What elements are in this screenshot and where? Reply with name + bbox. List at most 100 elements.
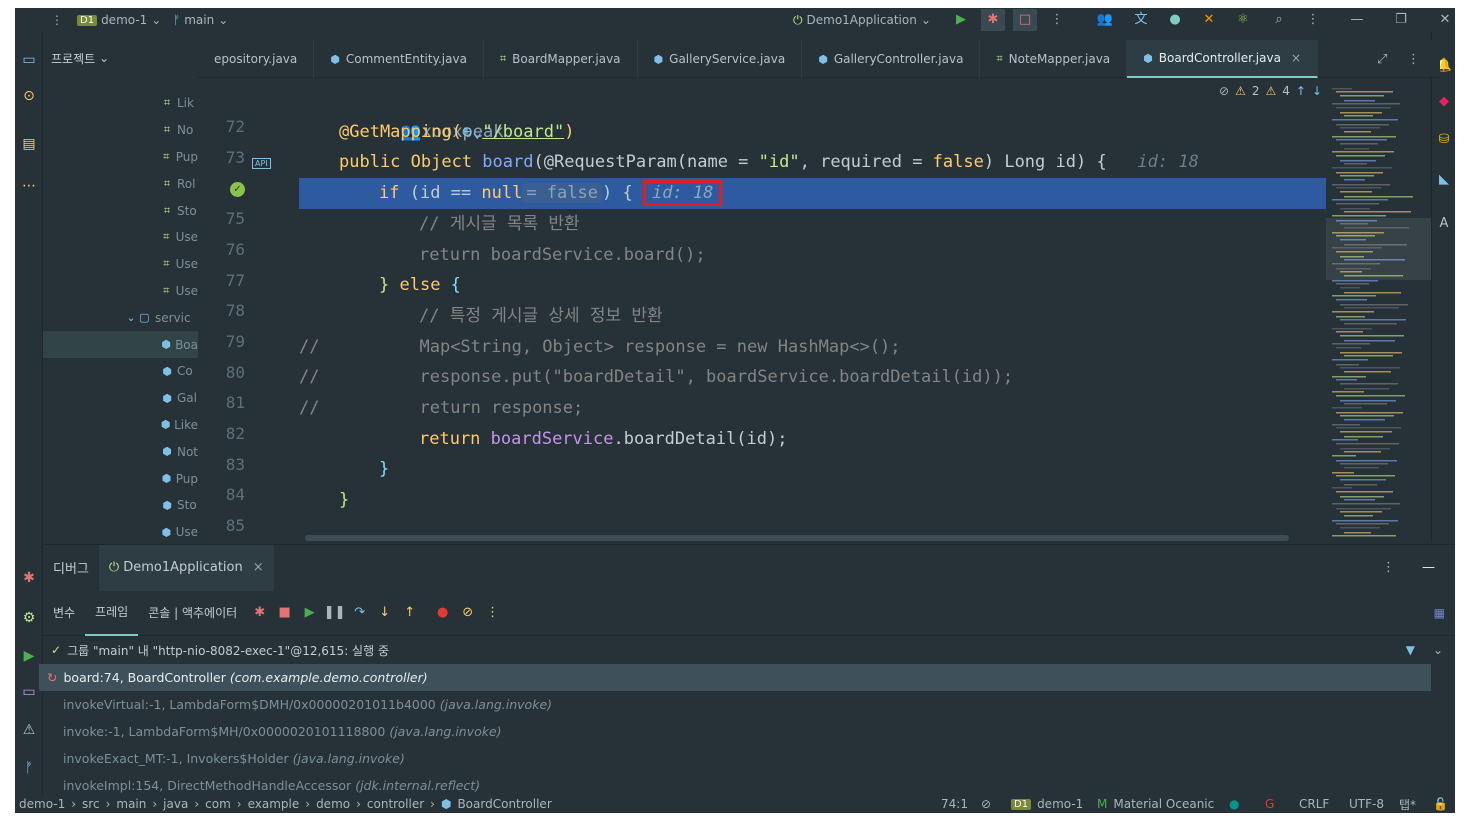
close-icon[interactable]: × [253, 560, 264, 575]
tree-item[interactable]: ⌗ Use [43, 251, 198, 278]
line-number[interactable]: 83 [198, 455, 245, 474]
project-pane-header[interactable]: 프로젝트 ⌄ [43, 32, 198, 84]
debug-tool-icon[interactable]: ✱ [15, 570, 43, 586]
theme-selector[interactable]: M Material Oceanic [1097, 797, 1214, 811]
line-number[interactable]: 78 [198, 301, 245, 320]
project-status[interactable]: D1 demo-1 [1011, 797, 1083, 811]
close-icon[interactable]: ✕ [1433, 9, 1455, 31]
editor-tab[interactable]: ⌗epository.java [198, 40, 315, 78]
view-breakpoints-icon[interactable]: ● [430, 605, 455, 620]
rerun-debug-icon[interactable]: ✱ [247, 605, 272, 620]
branch-selector[interactable]: ᚠ main ⌄ [173, 13, 228, 27]
database-icon[interactable]: ⛁ [1432, 132, 1455, 147]
run-icon[interactable]: ▶ [949, 9, 973, 31]
gradle-icon[interactable]: ◣ [1432, 172, 1455, 187]
status-dot-icon[interactable]: ● [1229, 797, 1239, 811]
restore-icon[interactable]: ❐ [1389, 9, 1413, 31]
debug-icon[interactable]: ✱ [981, 9, 1005, 31]
chevron-down-icon[interactable]: ⌄ [1433, 643, 1443, 657]
tree-item[interactable]: ⌗ Sto [43, 197, 198, 224]
editor-tab[interactable]: ⬢ GalleryService.java [638, 40, 803, 78]
minimize-icon[interactable]: — [1345, 9, 1369, 31]
inspection-widget[interactable]: ⊘ ⚠ 2 ⚠ 4 ↑ ↓ [1219, 84, 1322, 98]
indent-setting[interactable]: 탭* [1399, 796, 1416, 813]
debug-session-tab[interactable]: ⏻ Demo1Application × [98, 544, 274, 591]
line-number[interactable]: 77 [198, 271, 245, 290]
breadcrumb-item[interactable]: demo [316, 797, 350, 811]
tree-item[interactable]: ⬢ Sto [43, 492, 198, 519]
tree-item[interactable]: ⬢ Like [43, 412, 198, 439]
stack-frame[interactable]: invokeVirtual:-1, LambdaForm$DMH/0x00000… [39, 691, 1431, 718]
line-number[interactable]: 79 [198, 332, 245, 351]
line-number[interactable]: 75 [198, 209, 245, 228]
tree-item[interactable]: ⌗ Use [43, 278, 198, 305]
step-out-icon[interactable]: ↑ [397, 605, 422, 620]
settings-menu-icon[interactable]: ⋮ [1301, 9, 1325, 31]
structure-icon[interactable]: ▤ [15, 136, 43, 152]
close-tab-icon[interactable]: × [1291, 51, 1301, 65]
editor-horizontal-scrollbar[interactable] [305, 535, 1289, 541]
code-minimap[interactable] [1326, 78, 1431, 544]
translate-icon[interactable]: 文 [1129, 9, 1153, 31]
tree-item[interactable]: ⌄ ▢ servic [43, 304, 198, 331]
line-number[interactable]: 85 [198, 516, 245, 535]
editor-tab[interactable]: ⬢ GalleryController.java [802, 40, 981, 78]
stop-icon[interactable]: □ [1013, 9, 1037, 31]
api-endpoint-icon[interactable]: API [252, 158, 271, 169]
breadcrumb-item[interactable]: src [82, 797, 100, 811]
tree-item[interactable]: ⬢ Co [43, 358, 198, 385]
pause-icon[interactable]: ❚❚ [322, 605, 347, 620]
code-with-me-icon[interactable]: 👥 [1093, 9, 1117, 31]
project-tool-icon[interactable]: ▭ [15, 52, 43, 68]
code-editor[interactable]: 👥xooxpeak @GetMapping(⊕⌄"/board") public… [299, 78, 1326, 544]
step-over-icon[interactable]: ↷ [347, 605, 372, 620]
more-debug-icon[interactable]: ⋮ [480, 605, 505, 620]
tree-item[interactable]: ⬢ Pup [43, 465, 198, 492]
tree-item[interactable]: ⌗ Lik [43, 90, 198, 117]
editor-tab[interactable]: ⌗ NoteMapper.java [980, 40, 1128, 78]
run-config-selector[interactable]: ⏻ Demo1Application ⌄ [793, 13, 931, 28]
step-into-icon[interactable]: ↓ [372, 605, 397, 620]
breakpoint-check-icon[interactable]: ✓ [230, 182, 245, 197]
line-number[interactable]: 84 [198, 485, 245, 504]
tools-icon[interactable]: ✕ [1197, 9, 1221, 31]
line-number[interactable]: 80 [198, 363, 245, 382]
layout-icon[interactable]: ▦ [1434, 606, 1445, 620]
debug-tool-label[interactable]: 디버그 [43, 545, 99, 591]
tree-item[interactable]: ⬢ Not [43, 438, 198, 465]
breadcrumb-item[interactable]: main [116, 797, 146, 811]
main-menu-icon[interactable]: ⋮ [51, 13, 63, 27]
commit-icon[interactable]: ⊙ [15, 88, 43, 104]
plugin-dot-icon[interactable]: ● [1163, 9, 1187, 31]
globe-icon[interactable]: ⊕⌄ [462, 122, 482, 142]
breadcrumb-item[interactable]: demo-1 [19, 797, 65, 811]
services-icon[interactable]: ⚙ [15, 610, 43, 626]
filter-icon[interactable]: ▼ [1406, 643, 1415, 657]
mute-breakpoints-icon[interactable]: ⊘ [455, 605, 480, 620]
hide-panel-icon[interactable]: — [1422, 560, 1435, 575]
file-encoding[interactable]: UTF-8 [1349, 797, 1384, 811]
tree-item[interactable]: ⬢ Use [43, 519, 198, 546]
stack-frame[interactable]: invoke:-1, LambdaForm$MH/0x0000020101118… [39, 718, 1431, 745]
stack-frame[interactable]: ↻ board:74, BoardController (com.example.d… [39, 664, 1431, 691]
line-number[interactable]: 72 [198, 117, 245, 136]
line-separator[interactable]: CRLF [1299, 797, 1329, 811]
inspection-eye-icon[interactable]: ⊘ [981, 797, 991, 811]
tab-variables[interactable]: 변수 [43, 590, 85, 636]
run-tool-icon[interactable]: ▶ [15, 648, 43, 664]
tree-item[interactable]: ⬢ Gal [43, 385, 198, 412]
stop-icon[interactable]: ■ [272, 605, 297, 620]
stack-frame[interactable]: invokeExact_MT:-1, Invokers$Holder (java.… [39, 745, 1431, 772]
plugin-icon[interactable]: ◆ [1432, 94, 1455, 109]
ai-assistant-icon[interactable]: A [1432, 216, 1455, 231]
tree-item[interactable]: ⌗ Use [43, 224, 198, 251]
lock-icon[interactable]: 🔓 [1433, 797, 1448, 811]
tab-console-actuator[interactable]: 콘솔 | 액추에이터 [138, 590, 247, 636]
breadcrumb-item[interactable]: BoardController [457, 797, 551, 811]
google-icon[interactable]: G [1265, 797, 1274, 811]
tree-item[interactable]: ⌗ No [43, 117, 198, 144]
maximize-editor-icon[interactable]: ⤢ [1377, 52, 1387, 67]
resume-icon[interactable]: ▶ [297, 605, 322, 620]
thread-selector[interactable]: ✓ 그룹 "main" 내 "http-nio-8082-exec-1"@12,… [43, 636, 1455, 664]
line-number[interactable]: 82 [198, 424, 245, 443]
